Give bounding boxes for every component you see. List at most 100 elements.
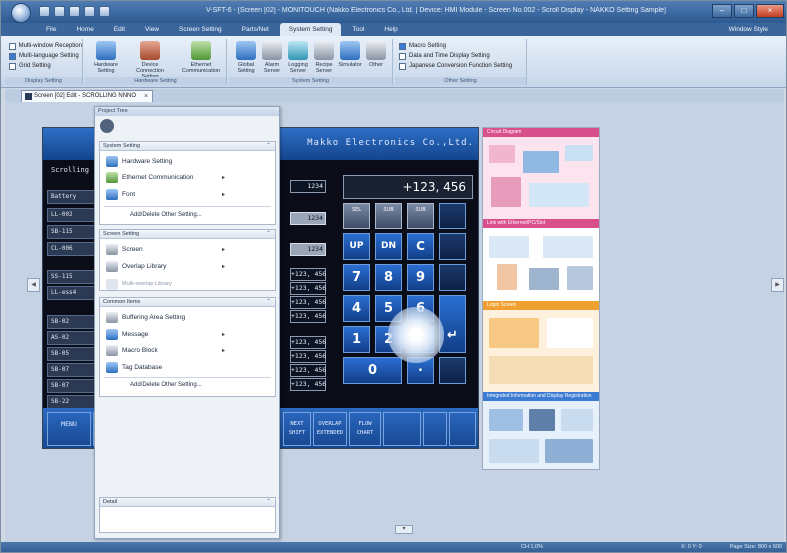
hmi-value-display[interactable]: +123, 456 [290,336,326,349]
document-tab[interactable]: Screen [02] Edit - SCROLLING NNNO × [21,90,154,102]
open-file-icon[interactable] [54,6,65,17]
hmi-menu-button[interactable]: MENU [47,412,91,446]
macro-setting-check[interactable]: Macro Setting [399,41,526,51]
tab-view[interactable]: View [136,23,168,36]
date-time-display-check[interactable]: Data and Time Display Setting [399,51,526,61]
tree-item-buffering-area[interactable]: Buffering Area Setting [106,310,185,324]
other-button[interactable]: Other [361,41,391,68]
hmi-overlap-extended-button[interactable]: OVERLAP EXTENDED [313,412,347,446]
feature-preview-panel[interactable]: Circuit Diagram Link with Ethernet/PC/Sl… [482,127,600,470]
hmi-value-display[interactable]: 1234 [290,243,326,256]
tree-item-message[interactable]: Message [106,327,148,341]
tree-item-multi-overlap-library[interactable]: Multi-overlap Library [106,277,172,291]
hmi-value-display[interactable]: +123, 456 [290,296,326,309]
collapse-icon[interactable]: ⌃ [266,498,271,507]
minimize-button[interactable]: – [712,4,732,18]
tree-item-ethernet-communication[interactable]: Ethernet Communication [106,170,194,184]
japanese-conversion-check[interactable]: Japanese Conversion Function Setting [399,61,526,71]
tree-item-screen[interactable]: Screen [106,242,143,256]
hmi-key-8[interactable]: 8 [375,264,402,291]
undo-icon[interactable] [84,6,95,17]
hmi-function-button[interactable] [423,412,447,446]
hmi-key-blank[interactable] [439,233,466,260]
gear-icon[interactable] [100,119,114,133]
screen-icon [25,93,32,100]
hardware-setting-button[interactable]: Hardware Setting [91,41,121,74]
scroll-left-button[interactable]: ◀ [27,278,40,292]
grid-setting-check[interactable]: Grid Setting [9,61,82,71]
collapse-icon[interactable]: ⌃ [266,298,271,307]
tab-system-setting[interactable]: System Setting [279,23,342,36]
hmi-value-display[interactable]: +123, 456 [290,268,326,281]
add-delete-setting-link[interactable]: Add/Delete Other Setting... [130,382,202,388]
hmi-key-clear[interactable]: C [407,233,434,260]
multi-window-check[interactable]: Multi-window Reception [9,41,82,51]
tab-edit[interactable]: Edit [105,23,134,36]
collapse-icon[interactable]: ⌃ [266,230,271,239]
tree-item-overlap-library[interactable]: Overlap Library [106,259,166,273]
expand-arrow-icon[interactable]: ▸ [222,191,225,198]
tab-screen-setting[interactable]: Screen Setting [170,23,231,36]
panel-collapse-handle[interactable]: ▾ [395,525,413,534]
tree-item-tag-database[interactable]: Tag Database [106,360,162,374]
app-menu-orb-button[interactable] [11,3,31,23]
add-delete-setting-link[interactable]: Add/Delete Other Setting... [130,212,202,218]
expand-arrow-icon[interactable]: ▸ [222,246,225,253]
maximize-button[interactable]: □ [734,4,754,18]
hmi-value-display[interactable]: 1234 [290,212,326,225]
tree-item-hardware-setting[interactable]: Hardware Setting [106,154,172,168]
hmi-key-sub[interactable]: SUB [407,203,434,229]
collapse-icon[interactable]: ⌃ [266,142,271,151]
hmi-company-name: Makko Electronics Co.,Ltd. [307,138,474,148]
close-button[interactable]: × [756,4,784,18]
hmi-value-display[interactable]: +123, 456 [290,364,326,377]
hmi-flow-chart-button[interactable]: FLOW CHART [349,412,381,446]
hmi-value-display[interactable]: +123, 456 [290,310,326,323]
expand-arrow-icon[interactable]: ▸ [222,263,225,270]
hmi-key-blank[interactable] [439,264,466,291]
section-title[interactable]: Common Items ⌃ [100,298,275,307]
section-title[interactable]: System Setting ⌃ [100,142,275,151]
hmi-key-blank[interactable] [439,357,466,384]
new-file-icon[interactable] [39,6,50,17]
save-icon[interactable] [69,6,80,17]
device-connection-icon [140,41,160,60]
tab-file[interactable]: File [37,23,65,36]
device-connection-button[interactable]: Device Connection Setting [135,41,165,80]
expand-arrow-icon[interactable]: ▸ [222,174,225,181]
tab-parts-net[interactable]: Parts/Net [233,23,278,36]
hmi-value-display[interactable]: 1234 [290,180,326,193]
window-style-menu[interactable]: Window Style [729,24,768,36]
hmi-key-9[interactable]: 9 [407,264,434,291]
expand-arrow-icon[interactable]: ▸ [222,347,225,354]
hmi-key-up[interactable]: UP [343,233,370,260]
scroll-right-button[interactable]: ▶ [771,278,784,292]
hmi-function-button[interactable] [383,412,421,446]
tab-home[interactable]: Home [67,23,102,36]
multi-language-check[interactable]: Multi-language Setting [9,51,82,61]
hmi-key-4[interactable]: 4 [343,295,370,322]
hmi-key-sub[interactable]: SUB [375,203,402,229]
hmi-key-1[interactable]: 1 [343,326,370,353]
tab-help[interactable]: Help [375,23,406,36]
hmi-key-sel[interactable]: SEL [343,203,370,229]
hmi-value-display[interactable]: +123, 456 [290,282,326,295]
hmi-function-button[interactable] [449,412,476,446]
ribbon-group-title: System Setting [229,77,392,85]
hmi-value-display[interactable]: +123, 456 [290,378,326,391]
tab-tool[interactable]: Tool [343,23,373,36]
expand-arrow-icon[interactable]: ▸ [222,331,225,338]
ethernet-communication-button[interactable]: Ethernet Communication [181,41,221,74]
hmi-key-7[interactable]: 7 [343,264,370,291]
hmi-key-blank[interactable] [439,203,466,229]
checkbox-icon [9,52,16,60]
hmi-key-down[interactable]: DN [375,233,402,260]
hmi-next-button[interactable]: NEXT SHIFT [283,412,311,446]
close-tab-icon[interactable]: × [144,91,148,102]
redo-icon[interactable] [99,6,110,17]
hmi-value-display[interactable]: +123, 456 [290,350,326,363]
section-title[interactable]: Screen Setting ⌃ [100,230,275,239]
tree-item-macro-block[interactable]: Macro Block [106,343,158,357]
tree-item-font[interactable]: Font [106,187,135,201]
section-title[interactable]: Detail ⌃ [100,498,275,507]
